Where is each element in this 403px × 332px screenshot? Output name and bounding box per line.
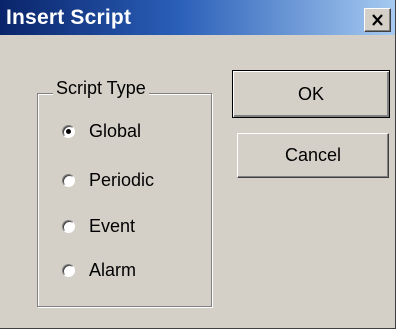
radio-alarm-label[interactable]: Alarm xyxy=(89,259,136,281)
radio-selected-dot xyxy=(66,128,71,134)
radio-periodic-label[interactable]: Periodic xyxy=(89,169,154,191)
insert-script-dialog: Insert Script Script Type Global Periodi… xyxy=(0,0,396,329)
radio-alarm-button[interactable] xyxy=(62,263,75,277)
radio-global-label[interactable]: Global xyxy=(89,120,141,142)
ok-button[interactable]: OK xyxy=(232,70,390,118)
title-bar[interactable]: Insert Script xyxy=(0,0,395,37)
cancel-button[interactable]: Cancel xyxy=(237,133,389,178)
dialog-title: Insert Script xyxy=(6,6,132,29)
radio-event-label[interactable]: Event xyxy=(89,215,135,237)
close-icon xyxy=(372,14,383,26)
close-button[interactable] xyxy=(364,8,391,32)
radio-alarm[interactable]: Alarm xyxy=(62,257,136,283)
radio-event-button[interactable] xyxy=(62,219,75,233)
radio-global[interactable]: Global xyxy=(62,118,141,144)
radio-periodic[interactable]: Periodic xyxy=(62,167,154,193)
radio-global-button[interactable] xyxy=(62,124,75,138)
script-type-legend: Script Type xyxy=(53,77,149,99)
radio-event[interactable]: Event xyxy=(62,213,135,239)
radio-periodic-button[interactable] xyxy=(62,173,75,187)
